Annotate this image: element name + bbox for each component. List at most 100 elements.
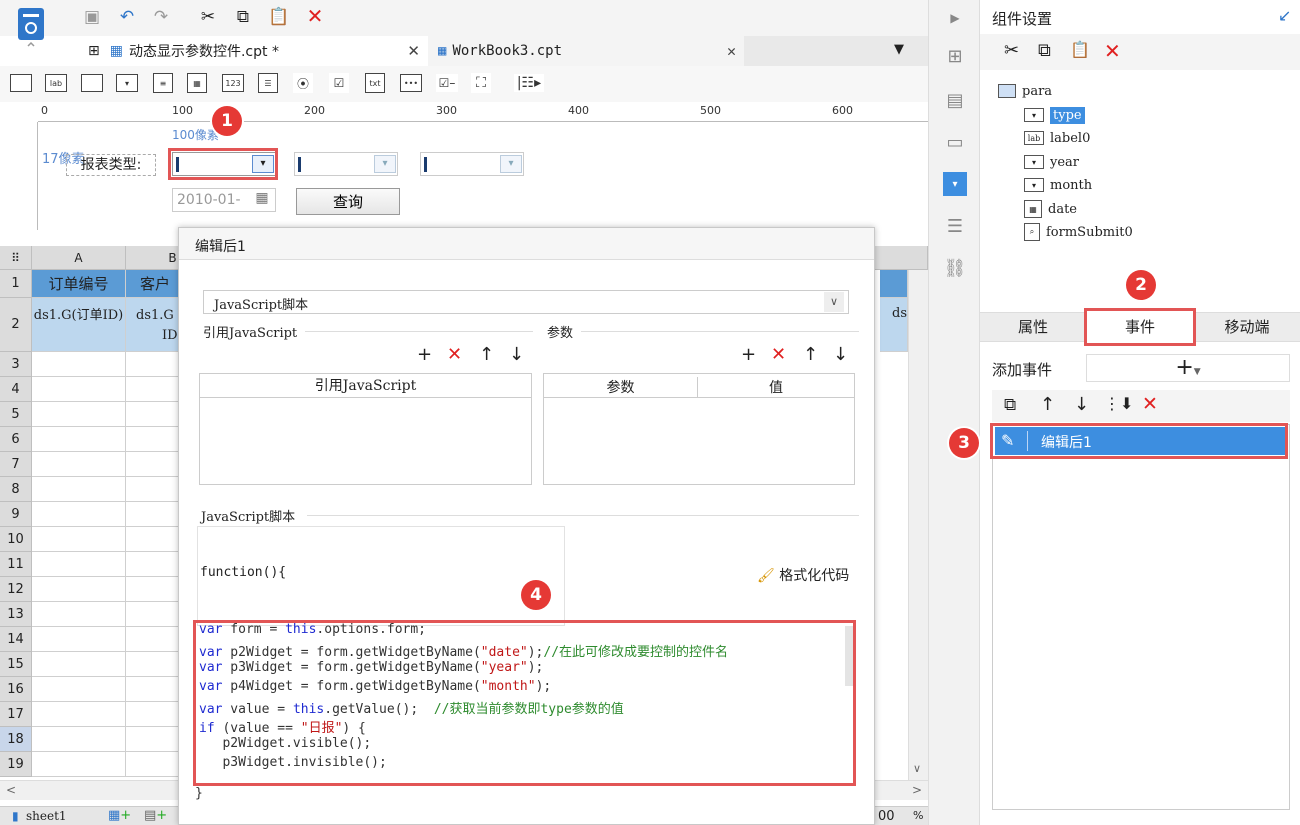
button-widget-icon[interactable] — [81, 74, 103, 92]
copy-icon[interactable]: ⧉ — [1004, 395, 1016, 415]
checkbox-group-icon[interactable]: ☑– — [436, 74, 458, 92]
widget-settings-icon[interactable]: ▾ — [943, 172, 967, 196]
hyperlink-icon[interactable]: ⛓ — [943, 256, 967, 280]
move-up-icon[interactable]: ↑ — [479, 346, 494, 364]
row-header[interactable]: 10 — [0, 527, 32, 552]
table-cell[interactable] — [32, 727, 126, 752]
table-cell[interactable] — [32, 377, 126, 402]
tree-widget-icon[interactable]: ⛶ — [471, 73, 491, 93]
more-widgets-icon[interactable]: |☷▸ — [514, 74, 544, 92]
row-header[interactable]: 6 — [0, 427, 32, 452]
scroll-right-icon[interactable]: > — [912, 783, 922, 797]
txt-widget-icon[interactable]: txt — [365, 73, 385, 93]
move-up-icon[interactable]: ↑ — [1040, 394, 1055, 415]
table-cell[interactable] — [32, 602, 126, 627]
script-type-select[interactable]: JavaScript脚本 ∨ — [203, 290, 849, 314]
row-header[interactable]: 8 — [0, 477, 32, 502]
sheet-tab-sheet1[interactable]: sheet1 — [26, 809, 67, 823]
add-form-icon[interactable]: ▤+ — [144, 808, 167, 823]
table-cell[interactable] — [32, 502, 126, 527]
dropdown-icon[interactable]: ▾ — [500, 155, 522, 173]
app-logo-icon[interactable] — [14, 4, 50, 48]
add-ref-js-icon[interactable]: + — [417, 346, 432, 364]
table-cell[interactable] — [32, 427, 126, 452]
cut-icon[interactable]: ✂ — [1004, 40, 1019, 61]
calendar-icon[interactable]: ▦ — [251, 190, 273, 210]
row-header[interactable]: 5 — [0, 402, 32, 427]
tree-item-year[interactable]: ▾ year — [1024, 151, 1079, 173]
month-combo[interactable]: ▾ — [420, 152, 524, 176]
cut-icon[interactable]: ✂ — [197, 6, 219, 28]
table-cell[interactable] — [32, 552, 126, 577]
cell-right2[interactable]: ds — [880, 298, 908, 352]
delete-icon[interactable]: ✕ — [1104, 39, 1121, 63]
scroll-left-icon[interactable]: < — [6, 783, 16, 797]
radio-widget-icon[interactable]: ⦿ — [293, 73, 313, 93]
redo-icon[interactable]: ↷ — [150, 6, 172, 28]
table-cell[interactable] — [32, 402, 126, 427]
float-element-icon[interactable]: ▭ — [943, 130, 967, 154]
vertical-scrollbar[interactable]: ∨ — [908, 270, 928, 780]
tab-menu-icon[interactable]: ▼ — [894, 42, 904, 57]
close-icon[interactable]: ✕ — [727, 42, 736, 60]
tree-item-label0[interactable]: lab label0 — [1024, 127, 1090, 149]
scroll-down-icon[interactable]: ∨ — [913, 762, 921, 775]
corner-cell[interactable]: ⠿ — [0, 246, 32, 270]
zoom-value[interactable]: 00 — [878, 809, 895, 824]
row-header[interactable]: 11 — [0, 552, 32, 577]
tree-item-formsubmit0[interactable]: ⌕ formSubmit0 — [1024, 221, 1133, 243]
checkbox-widget-icon[interactable]: ☑ — [329, 73, 349, 93]
textfield-widget-icon[interactable] — [10, 74, 32, 92]
table-cell[interactable] — [32, 752, 126, 777]
save-icon[interactable]: ▣ — [81, 6, 103, 28]
sort-icon[interactable]: ⋮⬇ — [1104, 394, 1133, 413]
move-down-icon[interactable]: ↓ — [1074, 394, 1089, 415]
params-table[interactable]: 参数 值 — [543, 373, 855, 485]
tree-item-date[interactable]: ▦ date — [1024, 198, 1077, 220]
cell-right1[interactable] — [880, 270, 908, 298]
tree-item-month[interactable]: ▾ month — [1024, 174, 1092, 196]
paste-icon[interactable]: 📋 — [1070, 40, 1090, 59]
collapse-icon[interactable]: ↙ — [1278, 6, 1291, 25]
format-code-button[interactable]: 🖌 格式化代码 — [757, 565, 849, 585]
row-header[interactable]: 4 — [0, 377, 32, 402]
condition-icon[interactable]: ☰ — [943, 214, 967, 238]
col-header-a[interactable]: A — [32, 246, 126, 270]
cell-a2[interactable]: ds1.G(订单ID) — [32, 298, 126, 352]
password-widget-icon[interactable]: ••• — [400, 74, 422, 92]
cell-attr-icon[interactable]: ⊞ — [943, 44, 967, 68]
row-header[interactable]: 3 — [0, 352, 32, 377]
copy-icon[interactable]: ⧉ — [232, 6, 254, 28]
label-widget-icon[interactable]: lab — [45, 74, 67, 92]
row-header[interactable]: 19 — [0, 752, 32, 777]
row-header[interactable]: 16 — [0, 677, 32, 702]
delete-icon[interactable]: ✕ — [1142, 393, 1158, 415]
row-header[interactable]: 14 — [0, 627, 32, 652]
table-cell[interactable] — [32, 452, 126, 477]
ref-js-table[interactable]: 引用JavaScript — [199, 373, 532, 485]
table-cell[interactable] — [32, 477, 126, 502]
row-header[interactable]: 17 — [0, 702, 32, 727]
delete-ref-js-icon[interactable]: ✕ — [447, 346, 462, 364]
tab-properties[interactable]: 属性 — [980, 312, 1086, 342]
date-field[interactable]: 2010-01- ▦ — [172, 188, 276, 212]
table-cell[interactable] — [32, 652, 126, 677]
move-down-icon[interactable]: ↓ — [509, 346, 524, 364]
row-header[interactable]: 7 — [0, 452, 32, 477]
close-icon[interactable]: ✕ — [407, 42, 420, 60]
tree-item-type[interactable]: ▾ type — [1024, 104, 1085, 126]
copy-icon[interactable]: ⧉ — [1038, 40, 1051, 61]
cell-a1[interactable]: 订单编号 — [32, 270, 126, 298]
tab-mobile[interactable]: 移动端 — [1194, 312, 1300, 342]
tree-item-para[interactable]: para — [998, 80, 1052, 102]
delete-icon[interactable]: ✕ — [304, 4, 326, 28]
table-cell[interactable] — [32, 702, 126, 727]
textarea-widget-icon[interactable]: ☰ — [258, 73, 278, 93]
expand-icon[interactable]: ▶ — [943, 6, 967, 30]
row-header[interactable]: 13 — [0, 602, 32, 627]
table-cell[interactable] — [32, 577, 126, 602]
table-cell[interactable] — [32, 677, 126, 702]
move-up-icon[interactable]: ↑ — [803, 346, 818, 364]
undo-icon[interactable]: ↶ — [116, 6, 138, 28]
chevron-down-icon[interactable]: ∨ — [824, 292, 844, 312]
